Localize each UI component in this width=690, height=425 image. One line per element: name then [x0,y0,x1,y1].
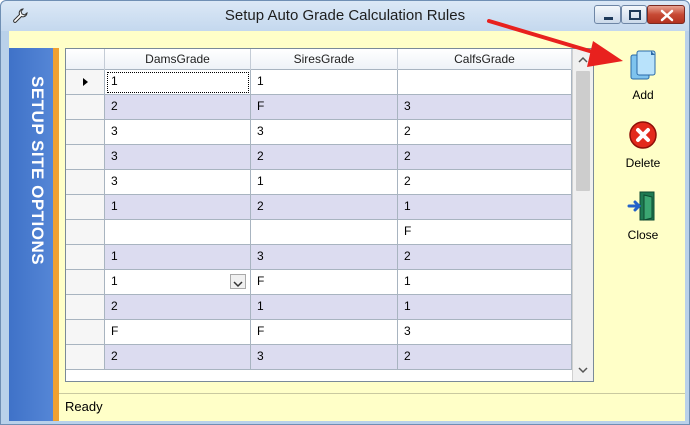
row-header[interactable] [66,95,105,120]
client-area: Setup Site Options DamsGrade SiresGrade … [9,31,685,421]
cell-damsgrade[interactable]: F [105,320,251,345]
dropdown-button[interactable] [230,274,246,289]
side-banner: Setup Site Options [9,48,59,421]
close-window-button[interactable] [647,5,685,24]
column-header-calfsgrade[interactable]: CalfsGrade [398,49,572,70]
vertical-scrollbar[interactable] [572,49,593,381]
delete-label: Delete [625,156,661,170]
cell-siresgrade[interactable]: 1 [251,295,398,320]
table-row[interactable]: 232 [66,345,572,370]
row-header[interactable] [66,245,105,270]
status-bar: Ready [59,393,685,421]
scroll-up-icon[interactable] [573,51,593,69]
close-button[interactable]: Close [601,189,685,242]
cell-siresgrade[interactable]: 2 [251,145,398,170]
cell-siresgrade[interactable] [251,220,398,245]
close-icon [660,9,674,22]
cell-calfsgrade[interactable]: 2 [398,145,572,170]
cell-damsgrade[interactable]: 3 [105,170,251,195]
cell-siresgrade[interactable]: F [251,95,398,120]
table-row[interactable]: 121 [66,195,572,220]
row-header[interactable] [66,145,105,170]
add-button[interactable]: Add [601,49,685,102]
table-row[interactable]: 332 [66,120,572,145]
cell-calfsgrade[interactable]: F [398,220,572,245]
banner-label: Setup Site Options [28,76,47,266]
table-row[interactable]: 322 [66,145,572,170]
column-header-siresgrade[interactable]: SiresGrade [251,49,398,70]
row-header[interactable] [66,70,105,95]
table-row[interactable]: F [66,220,572,245]
cell-calfsgrade[interactable]: 1 [398,195,572,220]
close-label: Close [627,228,659,242]
current-row-pointer-icon [83,78,88,86]
table-row[interactable]: 132 [66,245,572,270]
cell-calfsgrade[interactable]: 2 [398,345,572,370]
cell-damsgrade[interactable]: 1 [105,270,251,295]
grid-header: DamsGrade SiresGrade CalfsGrade [66,49,572,70]
table-row[interactable]: 211 [66,295,572,320]
chevron-down-icon [233,281,243,288]
row-header[interactable] [66,295,105,320]
row-header[interactable] [66,170,105,195]
maximize-button[interactable] [621,5,647,24]
cell-damsgrade[interactable]: 2 [105,345,251,370]
cell-calfsgrade[interactable]: 3 [398,95,572,120]
cell-siresgrade[interactable]: F [251,320,398,345]
cell-siresgrade[interactable]: 3 [251,120,398,145]
cell-damsgrade[interactable]: 1 [105,70,251,95]
table-row[interactable]: 11 [66,70,572,95]
cell-calfsgrade[interactable]: 1 [398,270,572,295]
row-header[interactable] [66,320,105,345]
table-row[interactable]: FF3 [66,320,572,345]
add-document-icon [630,50,656,80]
table-row[interactable]: 1F1 [66,270,572,295]
row-header[interactable] [66,270,105,295]
cell-siresgrade[interactable]: 1 [251,70,398,95]
app-window: Setup Auto Grade Calculation Rules Setup… [0,0,690,425]
delete-button[interactable]: Delete [601,119,685,170]
add-label: Add [632,88,654,102]
row-header[interactable] [66,195,105,220]
window-title: Setup Auto Grade Calculation Rules [224,7,466,24]
cell-calfsgrade[interactable]: 2 [398,245,572,270]
column-header-damsgrade[interactable]: DamsGrade [105,49,251,70]
cell-damsgrade[interactable]: 1 [105,245,251,270]
cell-siresgrade[interactable]: 3 [251,345,398,370]
minimize-button[interactable] [594,5,621,24]
row-header[interactable] [66,345,105,370]
red-x-icon [629,121,657,149]
cell-siresgrade[interactable]: 3 [251,245,398,270]
header-corner [66,49,105,70]
cell-damsgrade[interactable]: 2 [105,295,251,320]
rules-grid[interactable]: DamsGrade SiresGrade CalfsGrade 112F3332… [65,48,594,382]
scroll-down-icon[interactable] [573,361,593,379]
title-bar[interactable]: Setup Auto Grade Calculation Rules [1,1,689,31]
cell-siresgrade[interactable]: 1 [251,170,398,195]
minimize-icon [604,17,613,20]
cell-calfsgrade[interactable]: 3 [398,320,572,345]
exit-door-icon [627,191,655,221]
row-header[interactable] [66,120,105,145]
maximize-icon [629,10,641,20]
cell-damsgrade[interactable] [105,220,251,245]
cell-calfsgrade[interactable]: 2 [398,120,572,145]
action-panel: Add Delete Close [601,31,685,371]
cell-damsgrade[interactable]: 2 [105,95,251,120]
cell-siresgrade[interactable]: 2 [251,195,398,220]
table-row[interactable]: 312 [66,170,572,195]
row-header[interactable] [66,220,105,245]
table-row[interactable]: 2F3 [66,95,572,120]
cell-calfsgrade[interactable] [398,70,572,95]
cell-siresgrade[interactable]: F [251,270,398,295]
cell-damsgrade[interactable]: 3 [105,145,251,170]
cell-damsgrade[interactable]: 1 [105,195,251,220]
cell-calfsgrade[interactable]: 2 [398,170,572,195]
cell-calfsgrade[interactable]: 1 [398,295,572,320]
scrollbar-thumb[interactable] [576,71,590,191]
cell-damsgrade[interactable]: 3 [105,120,251,145]
